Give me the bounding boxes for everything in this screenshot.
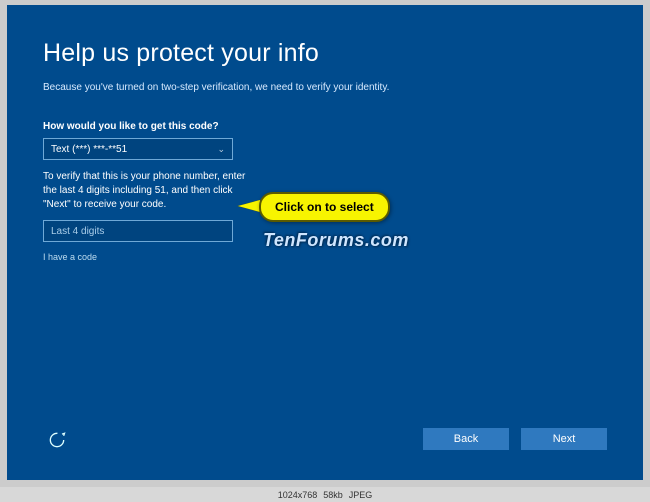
page-subtext: Because you've turned on two-step verifi…	[43, 82, 607, 93]
next-button[interactable]: Next	[521, 428, 607, 450]
page-title: Help us protect your info	[43, 39, 607, 68]
callout-text: Click on to select	[275, 200, 374, 214]
meta-size: 58kb	[323, 490, 343, 500]
accessibility-icon[interactable]	[47, 430, 67, 450]
nav-buttons: Back Next	[423, 428, 607, 450]
code-method-label: How would you like to get this code?	[43, 121, 607, 132]
meta-fmt: JPEG	[349, 490, 373, 500]
select-value: Text (***) ***-**51	[51, 144, 127, 155]
callout-tail	[238, 200, 260, 212]
have-code-link[interactable]: I have a code	[43, 252, 607, 262]
meta-dims: 1024x768	[278, 490, 318, 500]
setup-screen: Help us protect your info Because you've…	[7, 5, 643, 480]
content-area: Help us protect your info Because you've…	[7, 5, 643, 262]
code-method-select[interactable]: Text (***) ***-**51 ⌄	[43, 138, 233, 160]
back-button[interactable]: Back	[423, 428, 509, 450]
last4-input[interactable]	[43, 220, 233, 242]
chevron-down-icon: ⌄	[217, 144, 225, 155]
verify-instructions: To verify that this is your phone number…	[43, 170, 253, 212]
callout-bubble: Click on to select	[259, 192, 390, 222]
image-meta-bar: 1024x768 58kb JPEG	[0, 487, 650, 502]
watermark-text: TenForums.com	[263, 230, 409, 251]
